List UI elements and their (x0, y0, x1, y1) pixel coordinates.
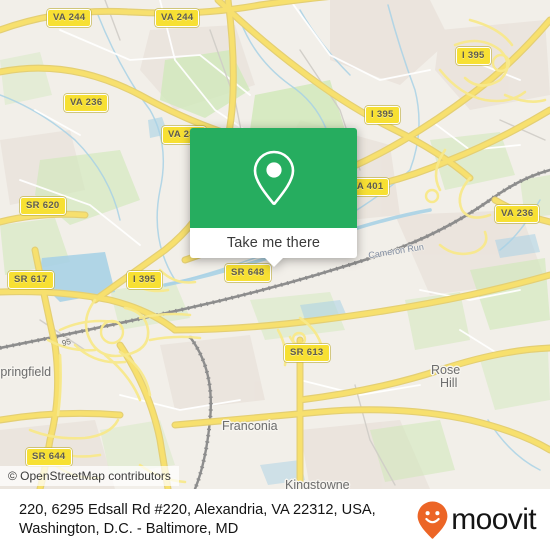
place-label-rose: Rose (431, 363, 461, 377)
address-label: 220, 6295 Edsall Rd #220, Alexandria, VA… (19, 501, 376, 537)
bottom-info-bar: 220, 6295 Edsall Rd #220, Alexandria, VA… (0, 489, 550, 550)
shield-va-244-west: VA 244 (47, 9, 92, 27)
shield-i-395-south: I 395 (127, 271, 162, 289)
popup-image-panel (190, 128, 357, 228)
location-popup-card[interactable]: Take me there (190, 128, 357, 267)
map-pin-icon (253, 150, 294, 205)
shield-va-236-west: VA 236 (64, 94, 109, 112)
place-label-franconia: Franconia (222, 419, 278, 433)
moovit-logo[interactable]: moovit (416, 500, 537, 540)
shield-i-395-north: I 395 (456, 47, 491, 65)
shield-i-395-mid: I 395 (365, 106, 400, 124)
shield-sr-617: SR 617 (8, 271, 54, 289)
shield-sr-620: SR 620 (20, 197, 66, 215)
popup-action-bar[interactable]: Take me there (190, 228, 357, 267)
map-canvas[interactable]: .rdmaj { fill:none; stroke:#f7e06e; stro… (0, 0, 550, 489)
moovit-map-screenshot: .rdmaj { fill:none; stroke:#f7e06e; stro… (0, 0, 550, 550)
moovit-wordmark: moovit (451, 502, 536, 536)
osm-attribution[interactable]: © OpenStreetMap contributors (0, 466, 179, 486)
place-label-kingstowne: Kingstowne (285, 478, 350, 489)
shield-sr-613: SR 613 (284, 344, 330, 362)
shield-va-244-east: VA 244 (155, 9, 200, 27)
moovit-smiley-pin-icon (417, 501, 448, 539)
place-label-hill: Hill (440, 376, 458, 390)
shield-va-236-east: VA 236 (495, 205, 540, 223)
take-me-there-label: Take me there (226, 235, 321, 251)
popup-pointer (264, 258, 283, 267)
place-label-springfield: Springfield (0, 365, 52, 379)
shield-sr-644: SR 644 (26, 448, 72, 466)
